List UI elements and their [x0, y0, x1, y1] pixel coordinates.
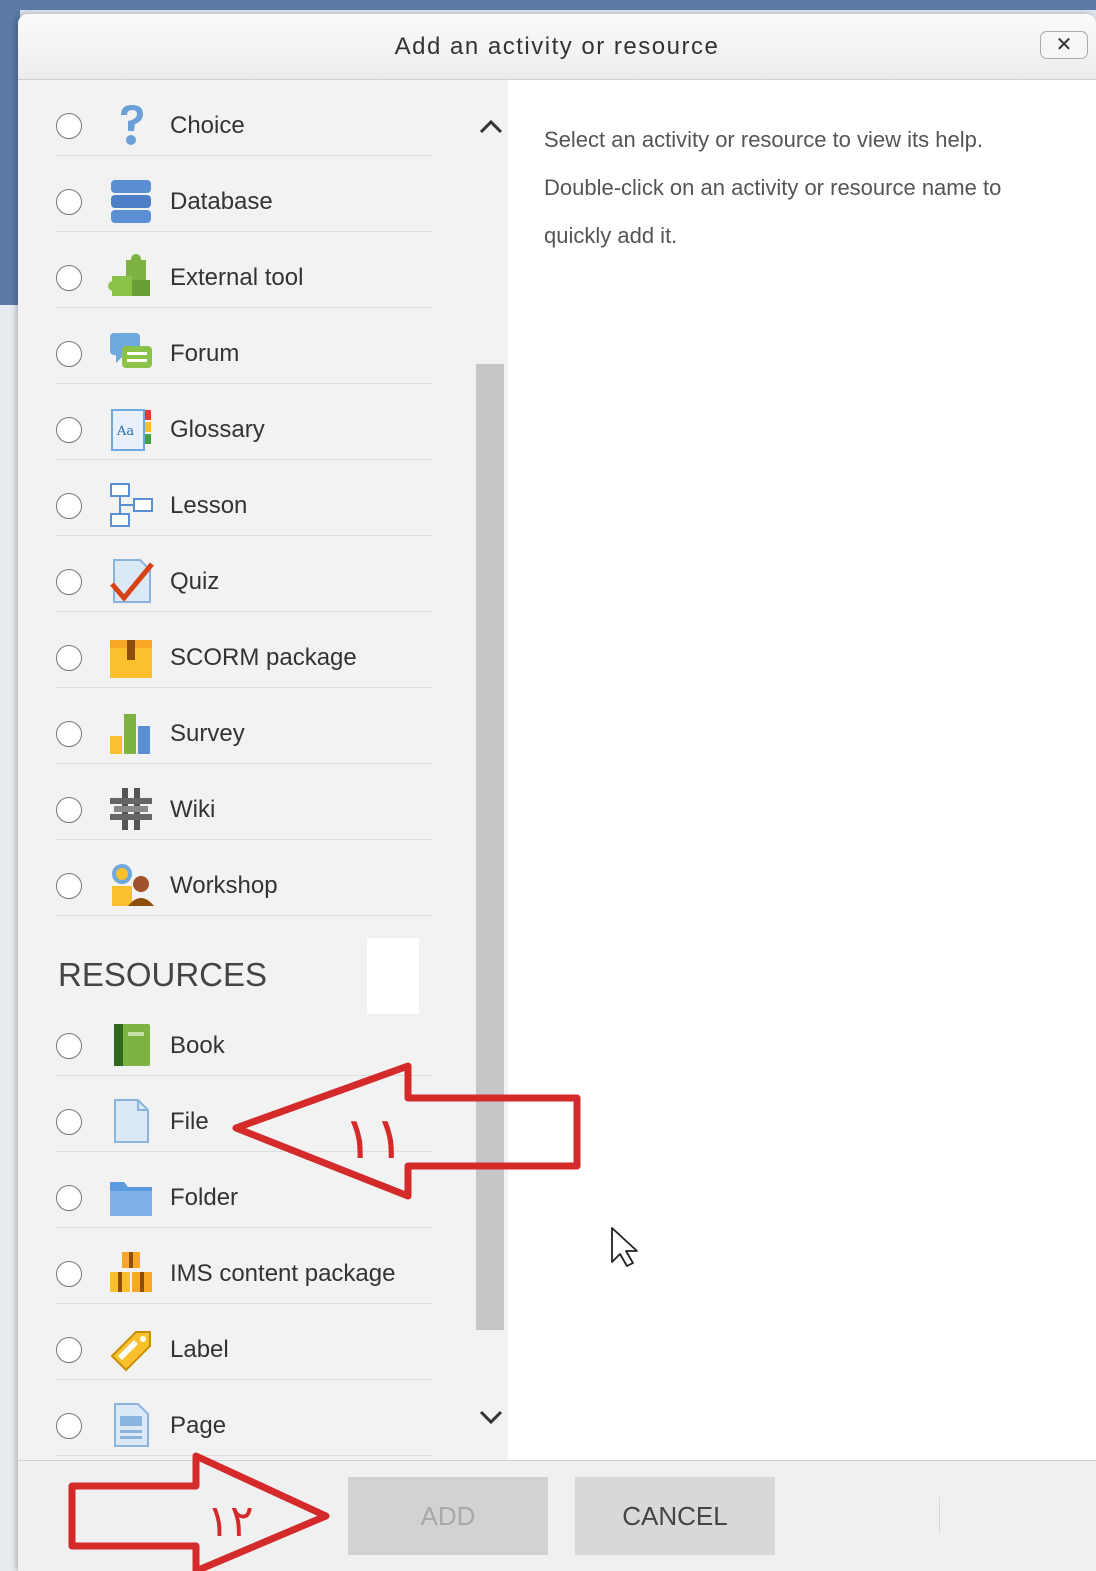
page-background-left-lower	[0, 305, 20, 1571]
options-list: Choice Database External tool Forum Aa G…	[18, 80, 508, 1460]
quiz-icon	[110, 559, 154, 603]
option-ims-content-package[interactable]: IMS content package	[56, 1228, 432, 1304]
page-icon	[114, 1403, 149, 1447]
forum-icon	[110, 333, 152, 368]
folder-icon	[110, 1182, 152, 1216]
option-label: Wiki	[170, 796, 216, 823]
option-glossary[interactable]: Aa Glossary	[56, 384, 432, 460]
radio-button[interactable]	[56, 417, 82, 443]
options-scrollbar[interactable]	[474, 80, 508, 1460]
option-label: Book	[170, 1032, 225, 1059]
radio-button[interactable]	[56, 645, 82, 671]
radio-button[interactable]	[56, 1033, 82, 1059]
divider	[939, 1497, 940, 1533]
choice-icon	[121, 105, 143, 145]
database-icon	[111, 180, 151, 223]
option-wiki[interactable]: Wiki	[56, 764, 432, 840]
option-label: Page	[170, 1412, 227, 1439]
option-label: File	[170, 1108, 209, 1135]
radio-button[interactable]	[56, 341, 82, 367]
workshop-icon	[112, 864, 154, 906]
help-text: Select an activity or resource to view i…	[544, 127, 1002, 248]
option-survey[interactable]: Survey	[56, 688, 432, 764]
glossary-icon: Aa	[111, 409, 151, 451]
option-label: Forum	[170, 340, 240, 367]
option-label: Folder	[170, 1184, 239, 1211]
wiki-icon	[110, 788, 152, 830]
radio-button[interactable]	[56, 113, 82, 139]
file-icon	[114, 1099, 149, 1143]
option-label: IMS content package	[170, 1260, 396, 1287]
radio-button[interactable]	[56, 721, 82, 747]
option-label: Database	[170, 188, 273, 215]
radio-button[interactable]	[56, 1337, 82, 1363]
option-label-resource[interactable]: Label	[56, 1304, 432, 1380]
scorm-icon	[110, 640, 152, 678]
svg-text:Aa: Aa	[116, 424, 134, 439]
help-pane: Select an activity or resource to view i…	[508, 80, 1096, 1460]
ims-package-icon	[110, 1252, 152, 1292]
dialog-footer: ADD CANCEL	[18, 1460, 1096, 1571]
dialog-title: Add an activity or resource	[394, 33, 720, 60]
option-external-tool[interactable]: External tool	[56, 232, 432, 308]
option-label: Choice	[170, 112, 245, 139]
radio-button[interactable]	[56, 569, 82, 595]
scrollbar-thumb[interactable]	[476, 364, 504, 1330]
label-icon	[110, 1331, 151, 1372]
radio-button[interactable]	[56, 265, 82, 291]
radio-button[interactable]	[56, 1413, 82, 1439]
cancel-button[interactable]: CANCEL	[575, 1477, 775, 1555]
option-file[interactable]: File	[56, 1076, 432, 1152]
option-label: Workshop	[170, 872, 278, 899]
option-choice[interactable]: Choice	[56, 80, 432, 156]
external-tool-icon	[108, 254, 150, 296]
close-button[interactable]: ✕	[1040, 31, 1088, 59]
dialog-header: Add an activity or resource ✕	[18, 14, 1096, 80]
book-icon	[114, 1024, 150, 1066]
option-label: SCORM package	[170, 644, 357, 671]
survey-icon	[110, 714, 150, 754]
option-quiz[interactable]: Quiz	[56, 536, 432, 612]
resources-heading: RESOURCES	[58, 956, 268, 993]
radio-button[interactable]	[56, 873, 82, 899]
option-page[interactable]: Page	[56, 1380, 432, 1456]
radio-button[interactable]	[56, 1185, 82, 1211]
option-database[interactable]: Database	[56, 156, 432, 232]
page-background-top	[0, 0, 1096, 10]
chevron-down-icon[interactable]	[474, 1402, 508, 1432]
option-folder[interactable]: Folder	[56, 1152, 432, 1228]
activity-chooser-dialog: Add an activity or resource ✕ Choice Dat…	[18, 14, 1096, 1571]
radio-button[interactable]	[56, 493, 82, 519]
option-workshop[interactable]: Workshop	[56, 840, 432, 916]
lesson-icon	[110, 483, 153, 527]
option-lesson[interactable]: Lesson	[56, 460, 432, 536]
radio-button[interactable]	[56, 1261, 82, 1287]
chevron-up-icon[interactable]	[474, 112, 508, 142]
option-label: Glossary	[170, 416, 265, 443]
option-label: External tool	[170, 264, 304, 291]
radio-button[interactable]	[56, 189, 82, 215]
page-background-left	[0, 0, 20, 305]
option-label: Quiz	[170, 568, 220, 595]
add-button[interactable]: ADD	[348, 1477, 548, 1555]
radio-button[interactable]	[56, 797, 82, 823]
option-scorm-package[interactable]: SCORM package	[56, 612, 432, 688]
option-label: Lesson	[170, 492, 248, 519]
option-forum[interactable]: Forum	[56, 308, 432, 384]
option-label: Label	[170, 1336, 229, 1363]
option-label: Survey	[170, 720, 245, 747]
radio-button[interactable]	[56, 1109, 82, 1135]
option-book[interactable]: Book	[56, 1000, 432, 1076]
